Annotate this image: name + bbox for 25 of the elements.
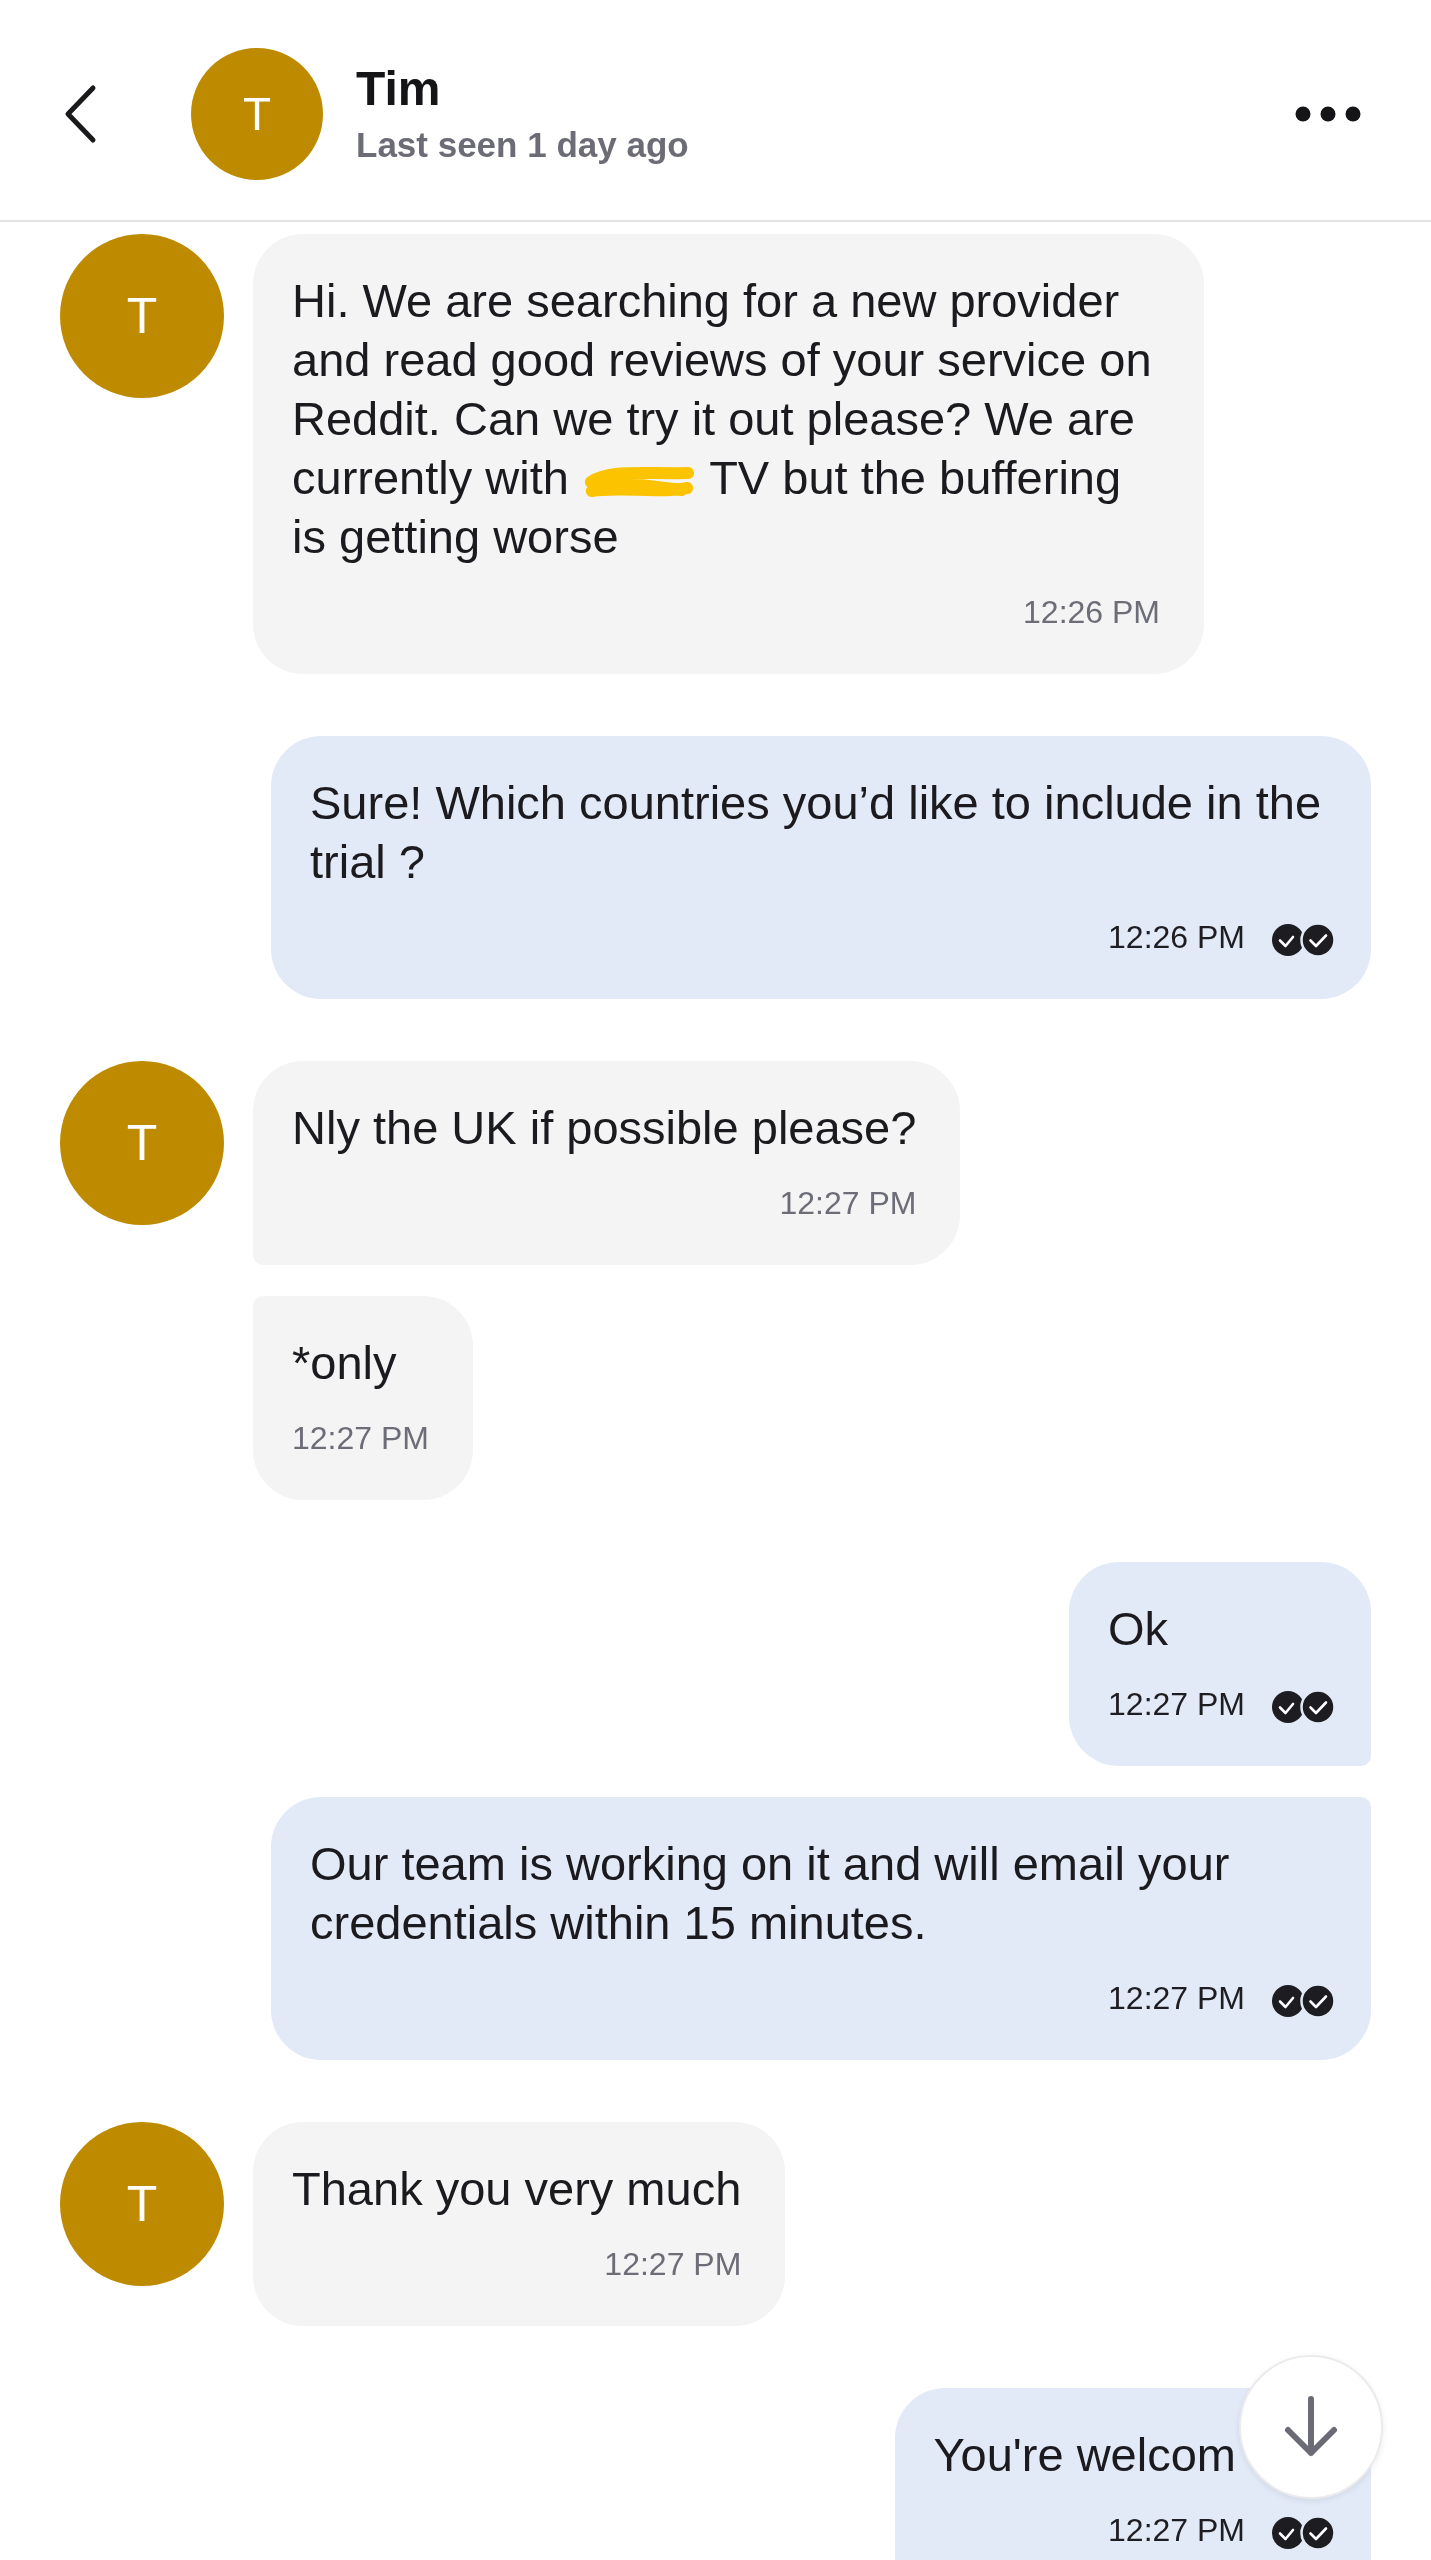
message-time: 12:26 PM (1023, 593, 1160, 632)
contact-avatar: T (60, 1061, 224, 1225)
message-text: Sure! Which countries you’d like to include in the trial ? (310, 775, 1323, 890)
message-text: *only (292, 1335, 398, 1391)
message-text: Ok (1108, 1601, 1170, 1657)
more-options-button[interactable] (1295, 106, 1361, 122)
arrow-down-icon (1283, 2395, 1339, 2459)
message-time: 12:27 PM (292, 1419, 429, 1458)
message-time: 12:27 PM (779, 1184, 917, 1223)
message-text: Hi. We are searching for a new provider and read good reviews of your service on Reddit. Can we try it out please? We are currently with TV but the buffering is getting worse (292, 273, 1153, 565)
contact-avatar: T (60, 234, 224, 398)
message-text: Nly the UK if possible please? (292, 1100, 917, 1156)
message-time: 12:27 PM (1108, 2511, 1245, 2550)
contact-avatar: T (60, 2122, 224, 2286)
message-text: Our team is working on it and will email your credentials within 15 minutes. (310, 1836, 1231, 1951)
message-time: 12:27 PM (604, 2245, 742, 2284)
more-options-icon (1295, 106, 1361, 122)
message-time: 12:26 PM (1108, 918, 1245, 957)
contact-name: Tim (356, 61, 442, 117)
contact-avatar: T (191, 48, 323, 180)
last-seen-status: Last seen 1 day ago (356, 124, 689, 166)
message-time: 12:27 PM (1108, 1685, 1245, 1724)
message-time: 12:27 PM (1108, 1979, 1245, 2018)
message-text: You're welcom (933, 2427, 1236, 2483)
message-text: Thank you very much (292, 2161, 742, 2217)
